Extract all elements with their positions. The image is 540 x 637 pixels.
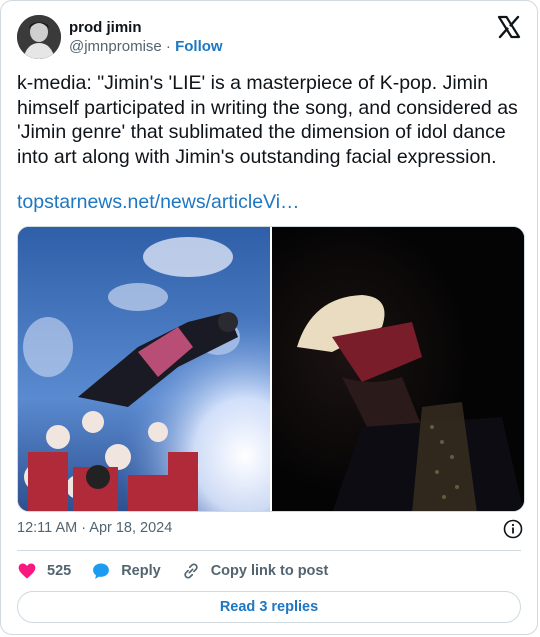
author-handle-row: @jmnpromise · Follow <box>69 37 223 56</box>
info-icon[interactable] <box>503 519 523 539</box>
action-bar: 525 Reply Copy link to post <box>17 559 348 583</box>
copy-link-button[interactable]: Copy link to post <box>181 561 329 581</box>
photo-portrait-dark[interactable] <box>272 227 524 511</box>
reply-button[interactable]: Reply <box>91 561 161 581</box>
like-button[interactable]: 525 <box>17 561 71 581</box>
reply-bubble-icon <box>93 563 110 579</box>
reply-label: Reply <box>121 563 161 579</box>
tweet-header: prod jimin @jmnpromise · Follow <box>17 13 521 61</box>
author-handle[interactable]: @jmnpromise <box>69 38 162 55</box>
tweet-text: k-media: "Jimin's 'LIE' is a masterpiece… <box>17 72 524 168</box>
article-link[interactable]: topstarnews.net/news/articleVi… <box>17 190 300 214</box>
separator-dot: · <box>165 38 171 55</box>
post-timestamp[interactable]: 12:11 AM · Apr 18, 2024 <box>17 520 172 536</box>
author-names: prod jimin @jmnpromise · Follow <box>69 18 223 56</box>
avatar[interactable] <box>17 15 61 59</box>
copy-link-label: Copy link to post <box>210 563 329 579</box>
x-logo-icon[interactable] <box>497 15 521 39</box>
author-display-name[interactable]: prod jimin <box>69 18 223 37</box>
link-icon <box>184 563 198 579</box>
media-grid <box>17 226 525 512</box>
follow-button[interactable]: Follow <box>175 38 223 55</box>
heart-icon <box>18 563 36 579</box>
tweet-card: prod jimin @jmnpromise · Follow k-media:… <box>0 0 538 635</box>
photo-performance-crowd[interactable] <box>18 227 270 511</box>
divider <box>17 550 521 551</box>
read-replies-button[interactable]: Read 3 replies <box>17 591 521 623</box>
like-count: 525 <box>47 563 72 579</box>
